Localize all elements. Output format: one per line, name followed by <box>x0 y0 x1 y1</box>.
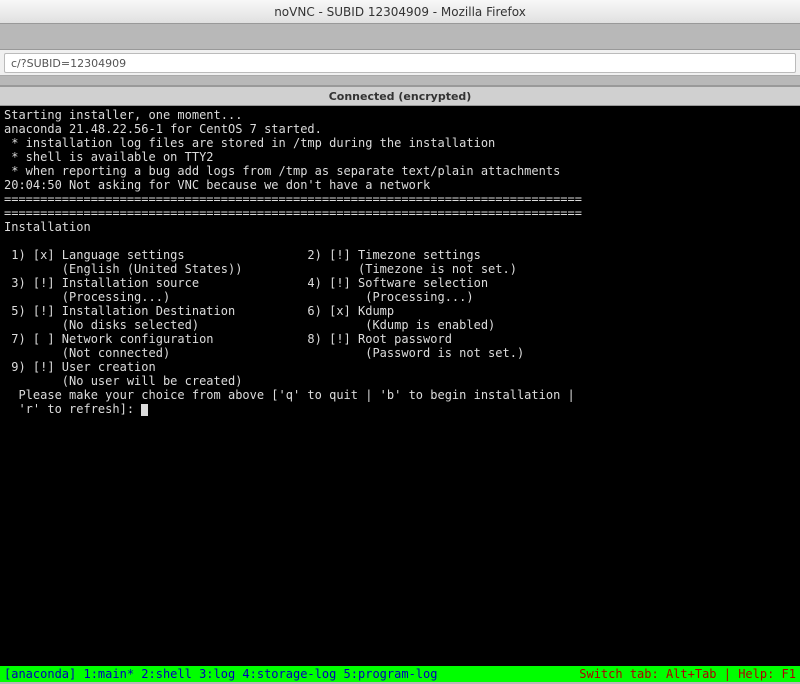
url-input[interactable]: c/?SUBID=12304909 <box>4 53 796 73</box>
term-line: 9) [!] User creation <box>4 360 156 374</box>
term-line: ========================================… <box>4 192 582 206</box>
connection-status-bar: Connected (encrypted) <box>0 86 800 106</box>
term-line: Installation <box>4 220 91 234</box>
term-line: (No user will be created) <box>4 374 242 388</box>
cursor-icon <box>141 404 148 416</box>
term-line: (English (United States)) (Timezone is n… <box>4 262 517 276</box>
term-line: Please make your choice from above ['q' … <box>4 388 575 402</box>
term-line: anaconda 21.48.22.56-1 for CentOS 7 star… <box>4 122 322 136</box>
term-line: (Processing...) (Processing...) <box>4 290 474 304</box>
window-titlebar: noVNC - SUBID 12304909 - Mozilla Firefox <box>0 0 800 24</box>
urlbar-row: c/?SUBID=12304909 <box>0 50 800 76</box>
terminal-output[interactable]: Starting installer, one moment... anacon… <box>0 106 800 666</box>
term-line: 1) [x] Language settings 2) [!] Timezone… <box>4 248 481 262</box>
term-line: 5) [!] Installation Destination 6) [x] K… <box>4 304 394 318</box>
term-line: * when reporting a bug add logs from /tm… <box>4 164 560 178</box>
tmux-status-right: Switch tab: Alt+Tab | Help: F1 <box>579 666 796 682</box>
window-title: noVNC - SUBID 12304909 - Mozilla Firefox <box>274 5 526 19</box>
term-line: (Not connected) (Password is not set.) <box>4 346 524 360</box>
term-line: * installation log files are stored in /… <box>4 136 495 150</box>
term-line: 3) [!] Installation source 4) [!] Softwa… <box>4 276 488 290</box>
term-line: 20:04:50 Not asking for VNC because we d… <box>4 178 430 192</box>
toolbar-spacer <box>0 24 800 50</box>
connection-status-text: Connected (encrypted) <box>329 90 472 103</box>
term-line: * shell is available on TTY2 <box>4 150 214 164</box>
tmux-status-left: [anaconda] 1:main* 2:shell 3:log 4:stora… <box>4 666 437 682</box>
term-line: 'r' to refresh]: <box>4 402 141 416</box>
term-line: (No disks selected) (Kdump is enabled) <box>4 318 495 332</box>
tmux-status-bar: [anaconda] 1:main* 2:shell 3:log 4:stora… <box>0 666 800 682</box>
url-text: c/?SUBID=12304909 <box>11 57 126 70</box>
term-line: 7) [ ] Network configuration 8) [!] Root… <box>4 332 452 346</box>
term-line: ========================================… <box>4 206 582 220</box>
gap <box>0 76 800 86</box>
term-line: Starting installer, one moment... <box>4 108 242 122</box>
